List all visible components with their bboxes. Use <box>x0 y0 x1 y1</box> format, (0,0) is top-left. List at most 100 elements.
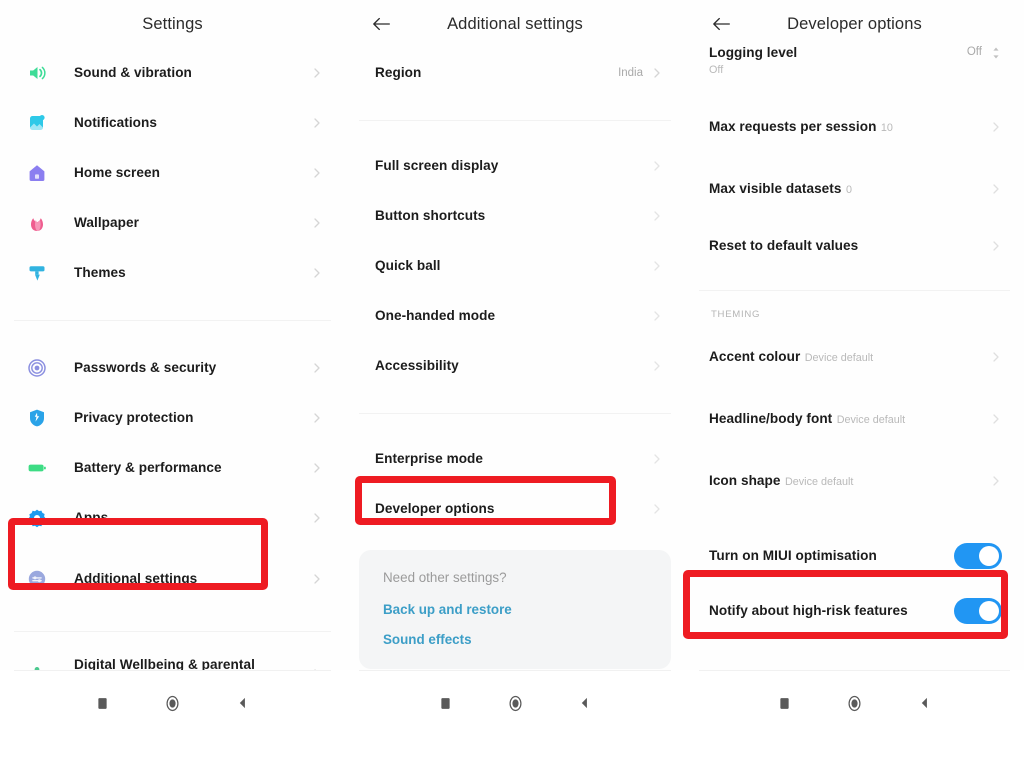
link-back-up-and-restore[interactable]: Back up and restore <box>383 602 647 617</box>
chevron-right-icon <box>311 462 323 474</box>
list-gap <box>0 632 345 644</box>
android-navigation-bar <box>685 670 1024 766</box>
developer-options-list: Logging level Off Off Max requests per s… <box>685 38 1024 634</box>
toggle-miui-optimisation[interactable] <box>954 543 1002 569</box>
android-navigation-bar <box>0 670 345 766</box>
list-item-label: Enterprise mode <box>375 451 484 466</box>
chevron-right-icon <box>651 210 663 222</box>
list-item-label: Accent colour <box>709 349 801 364</box>
home-circle-icon[interactable] <box>162 692 184 714</box>
back-triangle-icon[interactable] <box>232 692 254 714</box>
chevron-right-icon <box>990 351 1002 363</box>
battery-icon <box>26 457 48 479</box>
section-header-theming: THEMING <box>711 309 761 320</box>
list-item-enterprise-mode[interactable]: Enterprise mode <box>345 434 685 484</box>
list-item-reset-to-default-values[interactable]: Reset to default values <box>685 220 1024 272</box>
list-item-logging-level[interactable]: Logging level Off Off <box>685 38 1024 74</box>
list-item-sub: Device default <box>836 414 906 426</box>
list-item-max-requests-per-session[interactable]: Max requests per session 10 <box>685 96 1024 158</box>
list-item-label: Turn on MIUI optimisation <box>709 548 877 563</box>
list-item-one-handed-mode[interactable]: One-handed mode <box>345 291 685 341</box>
navbar-divider <box>14 670 331 671</box>
list-item-headline-body-font[interactable]: Headline/body font Device default <box>685 388 1024 450</box>
list-item-full-screen-display[interactable]: Full screen display <box>345 141 685 191</box>
list-item-max-visible-datasets[interactable]: Max visible datasets 0 <box>685 158 1024 220</box>
home-circle-icon[interactable] <box>844 692 866 714</box>
chevron-right-icon <box>311 167 323 179</box>
settings-list: Sound & vibration Notifications Home scr… <box>0 48 345 704</box>
sidebar-item-sound-vibration[interactable]: Sound & vibration <box>0 48 345 98</box>
recents-square-icon[interactable] <box>774 692 796 714</box>
list-item-label: Logging level <box>709 45 798 60</box>
list-item-icon-shape[interactable]: Icon shape Device default <box>685 450 1024 512</box>
navbar-divider <box>699 670 1010 671</box>
recents-square-icon[interactable] <box>434 692 456 714</box>
list-gap <box>345 414 685 434</box>
sidebar-item-passwords-security[interactable]: Passwords & security <box>0 343 345 393</box>
list-gap <box>0 615 345 631</box>
home-circle-icon[interactable] <box>504 692 526 714</box>
sidebar-item-label: Themes <box>74 265 126 280</box>
sidebar-item-battery-performance[interactable]: Battery & performance <box>0 443 345 493</box>
back-arrow-icon[interactable] <box>369 13 395 35</box>
chevron-right-icon <box>311 67 323 79</box>
home-icon <box>26 162 48 184</box>
list-item-label: Accessibility <box>375 358 459 373</box>
list-item-label: Full screen display <box>375 158 499 173</box>
page-title: Additional settings <box>447 14 583 33</box>
sidebar-item-wallpaper[interactable]: Wallpaper <box>0 198 345 248</box>
sidebar-item-notifications[interactable]: Notifications <box>0 98 345 148</box>
chevron-right-icon <box>990 475 1002 487</box>
sidebar-item-label: Wallpaper <box>74 215 139 230</box>
chevron-right-icon <box>651 160 663 172</box>
list-item-accent-colour[interactable]: Accent colour Device default <box>685 326 1024 388</box>
chevron-right-icon <box>311 267 323 279</box>
sidebar-item-privacy-protection[interactable]: Privacy protection <box>0 393 345 443</box>
chevron-right-icon <box>651 503 663 515</box>
list-gap <box>685 512 1024 524</box>
need-other-settings-card: Need other settings? Back up and restore… <box>359 550 671 669</box>
sidebar-item-label: Passwords & security <box>74 360 217 375</box>
back-triangle-icon[interactable] <box>574 692 596 714</box>
three-phone-screenshots: Settings Sound & vibration Notifications <box>0 0 1024 766</box>
back-triangle-icon[interactable] <box>914 692 936 714</box>
toggle-knob <box>979 546 999 566</box>
sidebar-item-label: Apps <box>74 510 109 525</box>
chevron-right-icon <box>651 310 663 322</box>
sidebar-item-label: Additional settings <box>74 571 198 586</box>
sidebar-item-label: Sound & vibration <box>74 65 192 80</box>
stepper-updown-icon[interactable] <box>990 46 1002 60</box>
list-item-sub: Device default <box>784 476 854 488</box>
sidebar-item-home-screen[interactable]: Home screen <box>0 148 345 198</box>
sidebar-item-label: Battery & performance <box>74 460 222 475</box>
list-item-label: Reset to default values <box>709 238 859 253</box>
toggle-notify-high-risk[interactable] <box>954 598 1002 624</box>
list-item-developer-options[interactable]: Developer options <box>345 484 685 534</box>
link-sound-effects[interactable]: Sound effects <box>383 632 647 647</box>
chevron-right-icon <box>651 67 663 79</box>
list-gap <box>685 272 1024 290</box>
list-item-accessibility[interactable]: Accessibility <box>345 341 685 391</box>
list-item-button-shortcuts[interactable]: Button shortcuts <box>345 191 685 241</box>
region-value: India <box>618 67 643 79</box>
speaker-icon <box>26 62 48 84</box>
list-item-quick-ball[interactable]: Quick ball <box>345 241 685 291</box>
list-gap <box>0 321 345 343</box>
recents-square-icon[interactable] <box>92 692 114 714</box>
sidebar-item-additional-settings[interactable]: Additional settings <box>0 543 345 615</box>
sidebar-item-themes[interactable]: Themes <box>0 248 345 298</box>
page-title: Developer options <box>787 14 922 33</box>
sidebar-item-apps[interactable]: Apps <box>0 493 345 543</box>
chevron-right-icon <box>651 360 663 372</box>
android-navigation-bar <box>345 670 685 766</box>
list-item-sub: Off <box>709 64 724 74</box>
back-arrow-icon[interactable] <box>709 13 735 35</box>
flower-icon <box>26 212 48 234</box>
list-item-turn-on-miui-optimisation[interactable]: Turn on MIUI optimisation <box>685 524 1024 588</box>
list-gap <box>345 98 685 120</box>
list-item-region[interactable]: Region India <box>345 48 685 98</box>
toggle-knob <box>979 601 999 621</box>
list-item-notify-high-risk-features[interactable]: Notify about high-risk features <box>685 588 1024 634</box>
list-gap <box>345 534 685 544</box>
chevron-right-icon <box>311 412 323 424</box>
